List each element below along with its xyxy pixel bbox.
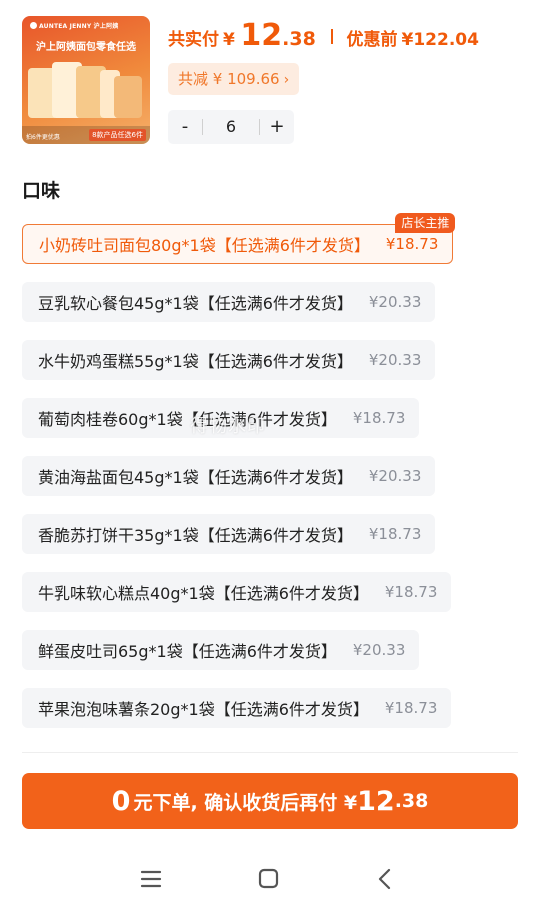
total-pay-decimal: .38 — [282, 28, 316, 50]
order-button-text: 元下单, 确认收货后再付 ¥ — [133, 791, 358, 814]
flavor-option-name: 牛乳味软心糕点40g*1袋【任选满6件才发货】 — [38, 584, 369, 603]
flavor-option-name: 黄油海盐面包45g*1袋【任选满6件才发货】 — [38, 468, 353, 487]
flavor-option-price: ¥20.33 — [352, 641, 406, 659]
product-thumbnail: AUNTEA JENNY 沪上阿姨 沪上阿姨面包零食任选 拍6件更优惠 8款产品… — [22, 16, 150, 144]
flavor-option-name: 水牛奶鸡蛋糕55g*1袋【任选满6件才发货】 — [38, 352, 353, 371]
system-navigation-bar — [0, 846, 540, 912]
increase-quantity-button[interactable]: + — [260, 110, 294, 144]
pre-discount-value: ¥122.04 — [401, 30, 479, 50]
chevron-right-icon: › — [283, 72, 290, 88]
flavor-option[interactable]: 香脆苏打饼干35g*1袋【任选满6件才发货】 ¥18.73 — [22, 514, 436, 554]
flavor-option-price: ¥18.73 — [384, 583, 438, 601]
flavor-option-price: ¥18.73 — [384, 699, 438, 717]
store-recommended-badge: 店长主推 — [395, 213, 456, 233]
order-button[interactable]: 0 元下单, 确认收货后再付 ¥12.38 — [22, 773, 518, 829]
flavor-option-price: ¥20.33 — [368, 351, 422, 369]
thumbnail-footer: 拍6件更优惠 8款产品任选6件 — [22, 126, 150, 144]
thumbnail-foot-right: 8款产品任选6件 — [89, 129, 146, 141]
flavor-option-name: 苹果泡泡味薯条20g*1袋【任选满6件才发货】 — [38, 700, 369, 719]
price-line: 共实付 ¥ 12.38 优惠前 ¥122.04 — [168, 18, 479, 53]
flavor-option-name: 小奶砖吐司面包80g*1袋【任选满6件才发货】 — [39, 236, 370, 255]
flavor-option[interactable]: 黄油海盐面包45g*1袋【任选满6件才发货】 ¥20.33 — [22, 456, 436, 496]
decrease-quantity-button[interactable]: - — [168, 110, 202, 144]
quantity-input[interactable]: 6 — [204, 110, 258, 144]
discount-detail-button[interactable]: 共减 ¥ 109.66 › — [168, 63, 300, 95]
flavor-option-name: 豆乳软心餐包45g*1袋【任选满6件才发货】 — [38, 294, 353, 313]
flavor-option[interactable]: 小奶砖吐司面包80g*1袋【任选满6件才发货】 ¥18.73 店长主推 — [22, 213, 456, 264]
thumbnail-foot-left: 拍6件更优惠 — [26, 134, 60, 141]
total-pay-integer: 12 — [240, 18, 283, 53]
flavor-option-price: ¥18.73 — [385, 235, 439, 253]
flavor-option-name: 鲜蛋皮吐司65g*1袋【任选满6件才发货】 — [38, 642, 337, 661]
stepper-divider — [202, 119, 203, 135]
order-button-zero: 0 — [111, 785, 131, 817]
flavor-option[interactable]: 豆乳软心餐包45g*1袋【任选满6件才发货】 ¥20.33 — [22, 282, 436, 322]
total-pay-label: 共实付 — [168, 30, 219, 50]
flavor-option-price: ¥20.33 — [368, 293, 422, 311]
flavor-option-name: 葡萄肉桂卷60g*1袋【任选满6件才发货】 — [38, 410, 337, 429]
menu-icon[interactable] — [136, 866, 166, 892]
total-pay-currency: ¥ — [223, 30, 235, 50]
brand-logo: AUNTEA JENNY 沪上阿姨 — [30, 21, 118, 30]
flavor-section-title: 口味 — [22, 180, 61, 202]
flavor-option[interactable]: 水牛奶鸡蛋糕55g*1袋【任选满6件才发货】 ¥20.33 — [22, 340, 436, 380]
back-chevron-icon[interactable] — [370, 866, 400, 892]
quantity-stepper: - 6 + — [168, 110, 294, 144]
pre-discount-label: 优惠前 — [346, 30, 398, 50]
purchase-summary: AUNTEA JENNY 沪上阿姨 沪上阿姨面包零食任选 拍6件更优惠 8款产品… — [22, 16, 518, 146]
price-separator — [331, 29, 333, 44]
flavor-option[interactable]: 鲜蛋皮吐司65g*1袋【任选满6件才发货】 ¥20.33 — [22, 630, 420, 670]
flavor-option[interactable]: 葡萄肉桂卷60g*1袋【任选满6件才发货】 ¥18.73 — [22, 398, 420, 438]
flavor-option[interactable]: 牛乳味软心糕点40g*1袋【任选满6件才发货】 ¥18.73 — [22, 572, 452, 612]
divider — [22, 752, 518, 753]
order-button-amount-decimal: .38 — [394, 790, 429, 812]
order-button-amount-integer: 12 — [357, 785, 395, 817]
brand-text: AUNTEA JENNY 沪上阿姨 — [39, 23, 119, 30]
discount-total-text: 共减 ¥ 109.66 — [178, 70, 280, 88]
flavor-option-price: ¥18.73 — [352, 409, 406, 427]
product-packs-illustration — [28, 60, 144, 124]
thumbnail-headline: 沪上阿姨面包零食任选 — [36, 42, 136, 53]
flavor-option-name: 香脆苏打饼干35g*1袋【任选满6件才发货】 — [38, 526, 353, 545]
flavor-option[interactable]: 苹果泡泡味薯条20g*1袋【任选满6件才发货】 ¥18.73 — [22, 688, 452, 728]
home-square-icon[interactable] — [253, 866, 283, 892]
flavor-option-price: ¥20.33 — [368, 467, 422, 485]
flavor-option-price: ¥18.73 — [368, 525, 422, 543]
